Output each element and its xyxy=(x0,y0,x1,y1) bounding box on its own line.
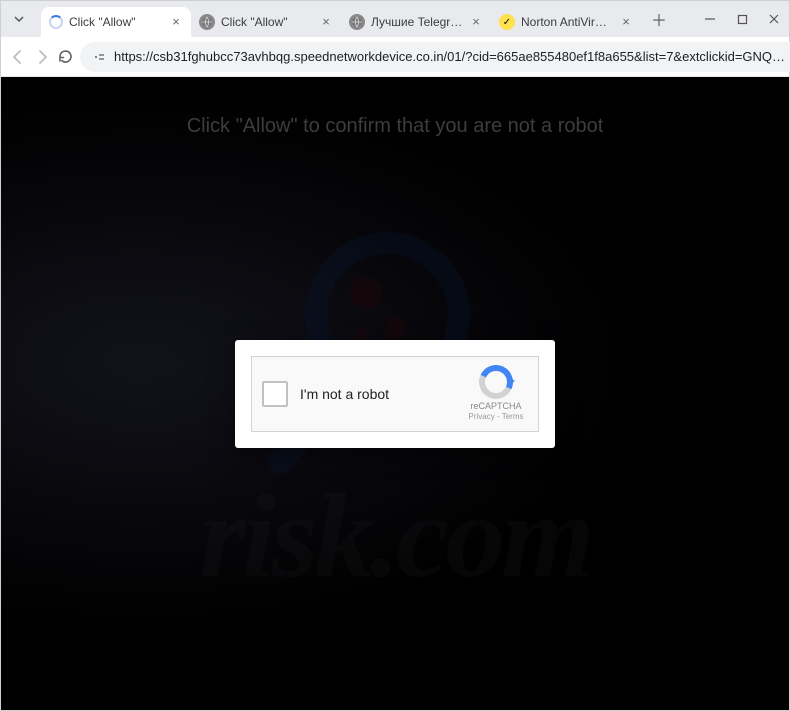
tab-title: Norton AntiVirus Prot… xyxy=(521,15,613,29)
window-controls xyxy=(703,1,789,37)
norton-icon: ✓ xyxy=(499,14,515,30)
captcha-card: I'm not a robot reCAPTCHA Privacy - Term… xyxy=(235,340,555,448)
tab-2[interactable]: Click "Allow" × xyxy=(191,7,341,37)
reload-button[interactable] xyxy=(57,42,74,72)
tab-title: Click "Allow" xyxy=(221,15,313,29)
globe-icon xyxy=(199,14,215,30)
forward-button[interactable] xyxy=(33,42,51,72)
page-headline: Click "Allow" to confirm that you are no… xyxy=(1,115,789,138)
page-viewport: Click "Allow" to confirm that you are no… xyxy=(1,77,789,710)
tab-title: Лучшие Telegram ка… xyxy=(371,15,463,29)
recaptcha-links[interactable]: Privacy - Terms xyxy=(469,412,524,421)
close-icon[interactable]: × xyxy=(469,15,483,29)
captcha-widget: I'm not a robot reCAPTCHA Privacy - Term… xyxy=(251,356,539,432)
close-icon[interactable]: × xyxy=(319,15,333,29)
recaptcha-icon xyxy=(479,365,513,399)
reload-icon xyxy=(57,48,74,65)
chevron-down-icon xyxy=(13,13,25,25)
tab-title: Click "Allow" xyxy=(69,15,163,29)
toolbar: https://csb31fghubcc73avhbqg.speednetwor… xyxy=(1,37,789,77)
site-info-icon[interactable] xyxy=(92,50,106,64)
close-icon[interactable]: × xyxy=(619,15,633,29)
tab-search-button[interactable] xyxy=(5,5,33,33)
watermark-text: risk.com xyxy=(1,467,789,605)
tab-3[interactable]: Лучшие Telegram ка… × xyxy=(341,7,491,37)
url-text: https://csb31fghubcc73avhbqg.speednetwor… xyxy=(114,49,785,64)
titlebar: Click "Allow" × Click "Allow" × Лучшие T… xyxy=(1,1,789,37)
arrow-left-icon xyxy=(9,48,27,66)
captcha-checkbox[interactable] xyxy=(262,381,288,407)
recaptcha-badge: reCAPTCHA Privacy - Terms xyxy=(464,365,528,421)
globe-icon xyxy=(349,14,365,30)
recaptcha-brand: reCAPTCHA xyxy=(464,401,528,412)
arrow-right-icon xyxy=(33,48,51,66)
tab-4[interactable]: ✓ Norton AntiVirus Prot… × xyxy=(491,7,641,37)
new-tab-button[interactable]: ＋ xyxy=(645,5,673,33)
browser-window: Click "Allow" × Click "Allow" × Лучшие T… xyxy=(0,0,790,711)
back-button[interactable] xyxy=(9,42,27,72)
spinner-icon xyxy=(49,15,63,29)
maximize-button[interactable] xyxy=(735,12,749,26)
tab-strip: Click "Allow" × Click "Allow" × Лучшие T… xyxy=(35,1,703,37)
captcha-label: I'm not a robot xyxy=(300,386,452,402)
minimize-button[interactable] xyxy=(703,12,717,26)
address-bar[interactable]: https://csb31fghubcc73avhbqg.speednetwor… xyxy=(80,42,790,72)
close-window-button[interactable] xyxy=(767,12,781,26)
close-icon[interactable]: × xyxy=(169,15,183,29)
tab-1[interactable]: Click "Allow" × xyxy=(41,7,191,37)
